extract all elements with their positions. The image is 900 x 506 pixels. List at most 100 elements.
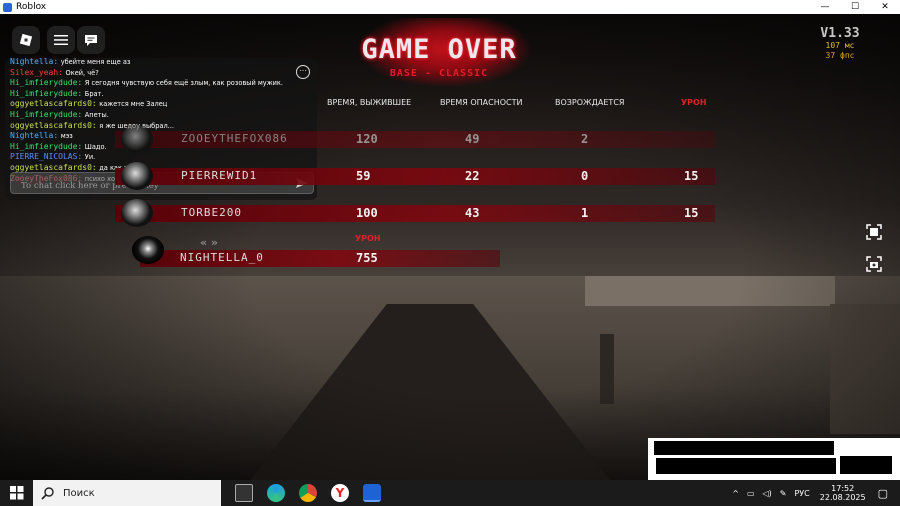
- hamburger-icon: [54, 35, 68, 45]
- clock-date: 22.08.2025: [819, 493, 866, 502]
- redaction-bar: [656, 458, 836, 474]
- player-danger: 49: [465, 132, 480, 146]
- edge-icon[interactable]: [267, 484, 285, 502]
- roblox-logo-icon: [19, 33, 33, 47]
- network-icon[interactable]: ▭: [747, 489, 755, 498]
- player-avatar: [121, 125, 153, 153]
- redaction-bar: [840, 456, 892, 474]
- maximize-button[interactable]: ☐: [840, 2, 870, 12]
- chat-username[interactable]: Hi_imfierydude:: [10, 78, 82, 87]
- chat-username[interactable]: Nightella:: [10, 131, 58, 140]
- player-name: PIERREWID1: [181, 169, 258, 182]
- game-over-title: GAME OVER: [361, 34, 517, 65]
- player-row: PIERREWID1 59 22 0 15: [115, 162, 715, 190]
- chat-text: Окей, чё?: [65, 68, 99, 77]
- clock[interactable]: 17:52 22.08.2025: [820, 484, 866, 502]
- header-damage: УРОН: [681, 98, 707, 107]
- chat-username[interactable]: Nightella:: [10, 58, 58, 66]
- chat-username[interactable]: oggyetlascafards0:: [10, 163, 97, 172]
- chat-username[interactable]: Hi_imfierydude:: [10, 142, 82, 151]
- chat-username[interactable]: oggyetlascafards0:: [10, 99, 97, 108]
- player-avatar: [121, 199, 153, 227]
- notifications-icon[interactable]: ▢: [878, 487, 888, 500]
- killer-nav-arrows[interactable]: « »: [200, 236, 218, 249]
- chat-text: кажется мне Залец: [99, 100, 168, 109]
- chat-username[interactable]: Hi_imfierydude:: [10, 89, 82, 98]
- roblox-taskbar-icon[interactable]: [363, 484, 381, 502]
- chat-message: Hi_imfierydude: Апеты.: [10, 110, 300, 121]
- killer-row: NIGHTELLA_0 755: [132, 236, 500, 267]
- chat-toggle-button[interactable]: [77, 26, 105, 54]
- pen-icon[interactable]: ✎: [780, 489, 787, 498]
- leaderboard-button[interactable]: [47, 26, 75, 54]
- chat-username[interactable]: oggyetlascafards0:: [10, 121, 97, 130]
- chat-text: Уи.: [84, 153, 96, 162]
- window-titlebar: Roblox — ☐ ✕: [0, 0, 900, 14]
- windows-start-icon[interactable]: [10, 486, 24, 500]
- system-tray: ^ ▭ ◁) ✎ РУС 17:52 22.08.2025 ▢: [732, 480, 900, 506]
- player-row: TORBE200 100 43 1 15: [115, 199, 715, 227]
- chat-message: oggyetlascafards0: я же шедоу выбрал...: [10, 121, 300, 132]
- killer-avatar: [132, 236, 164, 264]
- chat-text: Я сегодня чувствую себя ещё злым, как ро…: [84, 79, 284, 88]
- task-view-icon[interactable]: [235, 484, 253, 502]
- side-buttons: [862, 220, 886, 280]
- volume-icon[interactable]: ◁): [763, 489, 772, 498]
- capture-button[interactable]: [862, 220, 886, 244]
- camera-icon: [866, 256, 882, 272]
- close-button[interactable]: ✕: [870, 2, 900, 12]
- player-danger: 22: [465, 169, 480, 183]
- taskbar-search[interactable]: Поиск: [33, 480, 221, 506]
- player-row: ZOOEYTHEFOX086 120 49 2: [115, 125, 715, 153]
- chat-text: Апеты.: [84, 110, 109, 119]
- redaction-bar: [654, 441, 834, 455]
- clock-time: 17:52: [831, 484, 855, 493]
- header-respawns: ВОЗРОЖДАЕТСЯ: [555, 98, 625, 107]
- player-respawns: 1: [581, 206, 589, 220]
- chat-username[interactable]: Silex_yeah:: [10, 68, 63, 77]
- version-panel: V1.33 107 мс 37 фпс: [808, 26, 872, 61]
- ping-readout: 107 мс: [825, 41, 855, 50]
- chat-message: Nightella: убейте меня еще аз: [10, 58, 300, 68]
- player-name: TORBE200: [181, 206, 242, 219]
- windows-taskbar: Поиск Y ^ ▭ ◁) ✎ РУС 17:52 22.08.2025 ▢: [0, 480, 900, 506]
- camera-button[interactable]: [862, 252, 886, 276]
- player-survived: 100: [356, 206, 378, 220]
- roblox-app-icon: [3, 2, 12, 12]
- chat-message: Hi_imfierydude: Я сегодня чувствую себя …: [10, 78, 300, 89]
- header-survived: ВРЕМЯ, ВЫЖИВШЕЕ: [327, 98, 412, 107]
- player-name: ZOOEYTHEFOX086: [181, 132, 288, 145]
- chat-message: Hi_imfierydude: Брат.: [10, 89, 300, 100]
- player-survived: 120: [356, 132, 378, 146]
- fps-readout: 37 фпс: [825, 51, 855, 60]
- capture-icon: [866, 224, 882, 240]
- player-damage: 15: [684, 169, 699, 183]
- chat-icon: [85, 34, 97, 46]
- chat-username[interactable]: Hi_imfierydude:: [10, 110, 82, 119]
- killer-name: NIGHTELLA_0: [180, 251, 264, 264]
- game-viewport: Nightella: убейте меня еще аз Silex_yeah:…: [0, 14, 900, 480]
- player-damage: 15: [684, 206, 699, 220]
- search-icon: [41, 487, 54, 500]
- header-danger: ВРЕМЯ ОПАСНОСТИ: [440, 98, 523, 107]
- version-label: V1.33: [820, 26, 860, 41]
- search-placeholder: Поиск: [63, 487, 95, 499]
- yandex-browser-icon[interactable]: Y: [331, 484, 349, 502]
- roblox-menu-button[interactable]: [12, 26, 40, 54]
- chat-text: Брат.: [84, 89, 104, 98]
- game-over-logo: GAME OVER BASE - CLASSIC: [328, 18, 550, 92]
- player-danger: 43: [465, 206, 480, 220]
- more-icon[interactable]: ⋯: [296, 65, 310, 79]
- language-indicator[interactable]: РУС: [794, 489, 809, 498]
- chat-message: Silex_yeah: Окей, чё?: [10, 68, 300, 79]
- tray-chevron-icon[interactable]: ^: [732, 489, 739, 498]
- chrome-icon[interactable]: [299, 484, 317, 502]
- killer-damage: 755: [356, 251, 378, 265]
- chat-text: мэз: [60, 132, 73, 141]
- chat-username[interactable]: PIERRE_NICOLAS:: [10, 152, 82, 161]
- minimize-button[interactable]: —: [810, 2, 840, 12]
- game-mode-label: BASE - CLASSIC: [389, 68, 489, 79]
- chat-text: убейте меня еще аз: [60, 58, 131, 66]
- player-survived: 59: [356, 169, 371, 183]
- chat-message: PIERRE_NICOLAS: Уи.: [10, 152, 300, 163]
